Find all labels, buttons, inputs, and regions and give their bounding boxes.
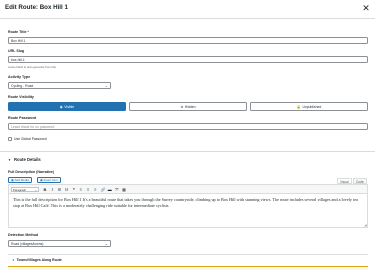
route-password-label: Route Password [8, 116, 37, 120]
route-details-toggle[interactable]: ▼ Route Details [8, 157, 41, 162]
insert-icon-button[interactable]: ▣ Insert Icon [37, 177, 61, 183]
section-divider [0, 151, 375, 152]
add-media-label: Add Media [14, 178, 29, 182]
align-right-icon[interactable]: ≡ [93, 187, 97, 192]
url-slug-hint: Leave blank to auto-generate from title [8, 65, 56, 69]
chevron-down-icon: ⌄ [104, 241, 108, 246]
edit-route-modal: Edit Route: Box Hill 1 ✕ Route Title * B… [0, 0, 375, 270]
global-password-checkbox[interactable] [8, 137, 12, 141]
chevron-down-icon: ⌄ [34, 188, 37, 192]
resize-handle-icon[interactable]: ◢ [364, 223, 366, 227]
description-text[interactable]: This is the full description for Box Hil… [13, 197, 365, 209]
add-media-button[interactable]: ▣ Add Media [8, 177, 32, 183]
description-editor[interactable]: Paragraph ⌄ B I ☰ ☷ ❝ ≡ ≡ ≡ 🔗 ▬ ⤧ ▦ This… [8, 184, 368, 228]
activity-type-value: Cycling - Road [11, 84, 34, 88]
editor-toolbar: Paragraph ⌄ B I ☰ ☷ ❝ ≡ ≡ ≡ 🔗 ▬ ⤧ ▦ [9, 185, 367, 194]
triangle-down-icon: ▼ [8, 158, 11, 162]
triangle-down-icon: ▼ [12, 259, 15, 262]
route-password-input[interactable]: Leave blank for no password [8, 123, 368, 130]
align-center-icon[interactable]: ≡ [86, 187, 90, 192]
eye-icon: ◉ [59, 105, 63, 109]
url-slug-input[interactable]: box-hill-1 [8, 56, 368, 63]
bullet-list-icon[interactable]: ☰ [57, 187, 62, 192]
close-icon[interactable]: ✕ [361, 3, 371, 13]
numbered-list-icon[interactable]: ☷ [65, 187, 69, 192]
format-select[interactable]: Paragraph ⌄ [11, 187, 39, 192]
towns-section-title: Towns/Villages Along Route [16, 258, 62, 262]
visibility-visible-label: Visible [64, 105, 75, 109]
activity-type-select[interactable]: Cycling - Road ⌄ [8, 82, 111, 89]
visibility-visible-button[interactable]: ◉ Visible [8, 102, 126, 111]
route-visibility-label: Route Visibility [8, 95, 34, 99]
route-details-title: Route Details [13, 157, 41, 162]
url-slug-label: URL Slug [8, 49, 25, 53]
toolbar-toggle-icon[interactable]: ▦ [122, 187, 126, 192]
modal-title: Edit Route: Box Hill 1 [5, 4, 68, 11]
bold-icon[interactable]: B [43, 187, 47, 192]
detection-method-select[interactable]: Road (villages/towns) ⌄ [8, 240, 111, 247]
visibility-unpublished-button[interactable]: 🔒 Unpublished [250, 102, 368, 111]
italic-icon[interactable]: I [50, 187, 54, 192]
visibility-unpublished-label: Unpublished [302, 105, 322, 109]
link-icon[interactable]: 🔗 [101, 187, 106, 192]
insert-icon-label: Insert Icon [43, 178, 58, 182]
fullscreen-icon[interactable]: ⤧ [115, 187, 119, 192]
activity-type-label: Activity Type [8, 75, 31, 79]
detection-method-label: Detection Method [8, 233, 39, 237]
format-select-value: Paragraph [13, 188, 27, 192]
detection-method-value: Road (villages/towns) [11, 242, 44, 246]
eye-slash-icon: ⊘ [180, 105, 184, 109]
modal-header: Edit Route: Box Hill 1 ✕ [0, 0, 375, 19]
visibility-hidden-button[interactable]: ⊘ Hidden [129, 102, 247, 111]
chevron-down-icon: ⌄ [104, 83, 108, 88]
lock-icon: 🔒 [296, 105, 301, 109]
toolbar-icons: B I ☰ ☷ ❝ ≡ ≡ ≡ 🔗 ▬ ⤧ ▦ [43, 187, 126, 192]
read-more-icon[interactable]: ▬ [108, 187, 112, 192]
align-left-icon[interactable]: ≡ [79, 187, 83, 192]
route-title-input[interactable]: Box Hill 1 [8, 37, 368, 44]
blockquote-icon[interactable]: ❝ [72, 187, 76, 192]
visibility-hidden-label: Hidden [184, 105, 196, 109]
route-title-label: Route Title * [8, 30, 29, 34]
global-password-label: Use Global Password [14, 137, 47, 141]
towns-highlight-strip [8, 266, 368, 270]
towns-section-toggle[interactable]: ▼ Towns/Villages Along Route [12, 258, 62, 262]
description-label: Full Description (Narrative) [8, 170, 55, 174]
